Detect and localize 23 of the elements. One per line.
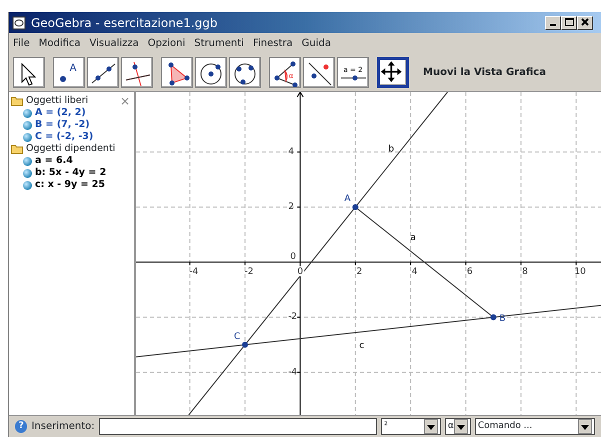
line-label: a [410, 233, 416, 244]
axis-tick-label: -2 [288, 312, 298, 322]
tool-label: A [70, 63, 76, 74]
input-label: Inserimento: [31, 420, 95, 434]
axis-tick-label: 8 [522, 267, 528, 278]
axis-tick-label: 2 [288, 202, 294, 212]
axis-tick-label: 4 [288, 147, 294, 158]
axis-tick-label: 2 [356, 267, 362, 278]
point-label: C [234, 332, 240, 342]
axis-tick-label: 4 [412, 267, 418, 278]
point-label: B [499, 314, 506, 324]
window-title: GeoGebra - esercitazione1.ggb [31, 14, 218, 32]
axis-tick-label: -4 [288, 367, 298, 378]
line-label: b [388, 144, 394, 154]
axis-tick-label: 0 [297, 267, 304, 278]
tool-name: Muovi la Vista Grafica [423, 66, 546, 80]
axis-tick-label: 0 [290, 252, 296, 262]
axis-tick-label: 6 [466, 267, 473, 278]
axis-tick-label: -4 [189, 267, 198, 278]
axis-tick-label: 10 [574, 267, 586, 278]
point-label: A [344, 194, 351, 204]
line-label: c [359, 341, 364, 352]
axis-tick-label: -2 [244, 267, 254, 278]
